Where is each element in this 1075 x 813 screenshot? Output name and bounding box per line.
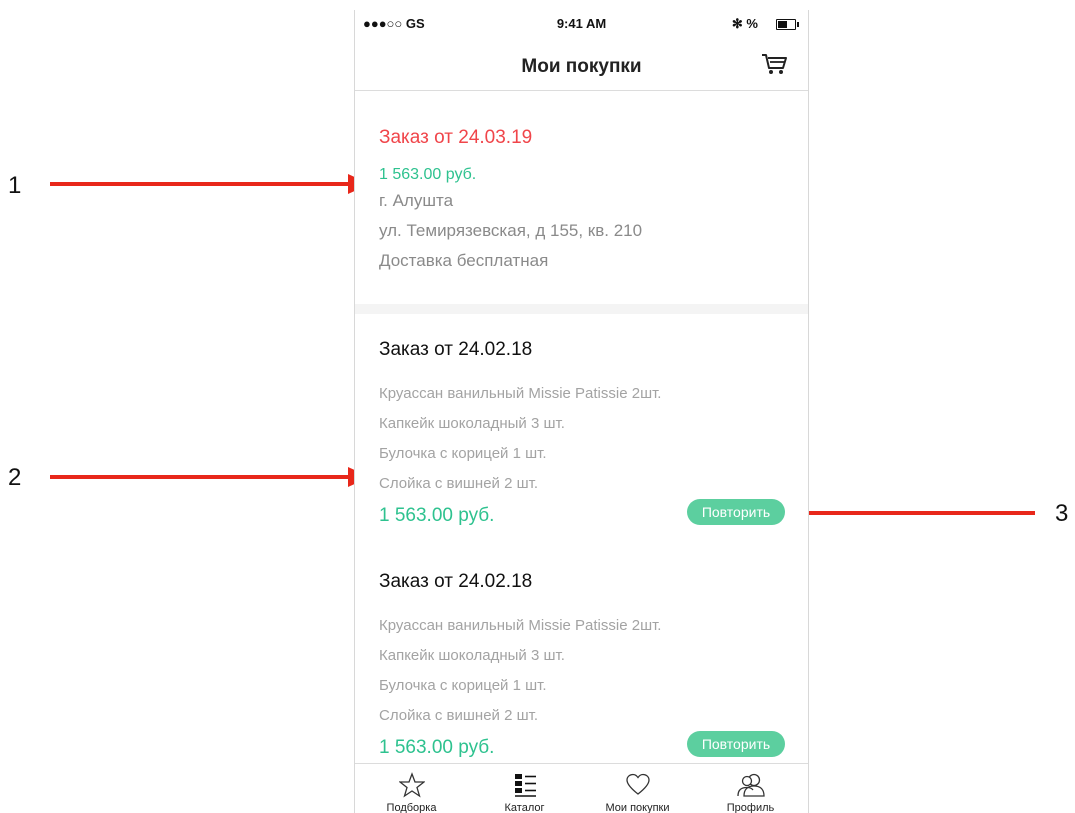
- heart-icon: [625, 773, 650, 795]
- order-item: Слойка с вишней 2 шт.: [379, 475, 539, 492]
- callout-number-2: 2: [8, 464, 22, 491]
- current-order-card[interactable]: Заказ от 24.03.19 1 563.00 руб. г. Алушт…: [355, 91, 808, 305]
- order-item: Булочка с корицей 1 шт.: [379, 445, 547, 462]
- tab-profil[interactable]: Профиль: [694, 764, 807, 813]
- current-order-price: 1 563.00 руб.: [379, 166, 477, 183]
- phone-screen: ●●●○○ GS 9:41 AM ✻ % Мои покупки Заказ о…: [354, 10, 809, 813]
- status-right: ✻ %: [731, 16, 758, 31]
- past-order-title: Заказ от 24.02.18: [379, 339, 533, 360]
- star-icon: [398, 772, 425, 798]
- past-order-title: Заказ от 24.02.18: [379, 571, 533, 592]
- current-order-city: г. Алушта: [379, 191, 454, 210]
- order-item: Круассан ванильный Missie Patissie 2шт.: [379, 617, 662, 634]
- past-order-price: 1 563.00 руб.: [379, 737, 495, 758]
- battery-icon: [776, 19, 799, 30]
- section-divider: [355, 304, 808, 314]
- past-order-card[interactable]: Заказ от 24.02.18 Круассан ванильный Mis…: [355, 547, 808, 782]
- past-order-card[interactable]: Заказ от 24.02.18 Круассан ванильный Mis…: [355, 315, 808, 550]
- users-icon: [736, 773, 765, 797]
- callout-arrow-3: [800, 511, 1035, 515]
- order-item: Булочка с корицей 1 шт.: [379, 677, 547, 694]
- tab-bar: Подборка Каталог Мои покупки Профиль: [355, 763, 808, 813]
- callout-number-3: 3: [1055, 500, 1069, 527]
- order-item: Слойка с вишней 2 шт.: [379, 707, 539, 724]
- callout-arrow-1: [50, 182, 350, 186]
- past-order-price: 1 563.00 руб.: [379, 505, 495, 526]
- cart-icon[interactable]: [760, 52, 788, 76]
- tab-label: Каталог: [504, 802, 545, 813]
- status-bar: ●●●○○ GS 9:41 AM ✻ %: [355, 10, 808, 36]
- tab-label: Профиль: [726, 802, 775, 813]
- nav-bar: Мои покупки: [355, 36, 808, 91]
- repeat-order-button[interactable]: Повторить: [687, 731, 785, 757]
- callout-arrow-2: [50, 475, 350, 479]
- tab-moi-pokupki[interactable]: Мои покупки: [581, 764, 694, 813]
- repeat-order-button[interactable]: Повторить: [687, 499, 785, 525]
- tab-label: Мои покупки: [605, 802, 670, 813]
- callout-number-1: 1: [8, 172, 22, 199]
- tab-label: Подборка: [386, 802, 437, 813]
- order-item: Круассан ванильный Missie Patissie 2шт.: [379, 385, 662, 402]
- page-title: Мои покупки: [521, 56, 642, 77]
- tab-katalog[interactable]: Каталог: [468, 764, 581, 813]
- list-icon: [514, 774, 536, 797]
- order-item: Капкейк шоколадный 3 шт.: [379, 415, 565, 432]
- current-order-delivery: Доставка бесплатная: [379, 251, 549, 270]
- order-item: Капкейк шоколадный 3 шт.: [379, 647, 565, 664]
- current-order-title: Заказ от 24.03.19: [379, 127, 533, 148]
- tab-podborka[interactable]: Подборка: [355, 764, 468, 813]
- current-order-street: ул. Темирязевская, д 155, кв. 210: [379, 221, 643, 240]
